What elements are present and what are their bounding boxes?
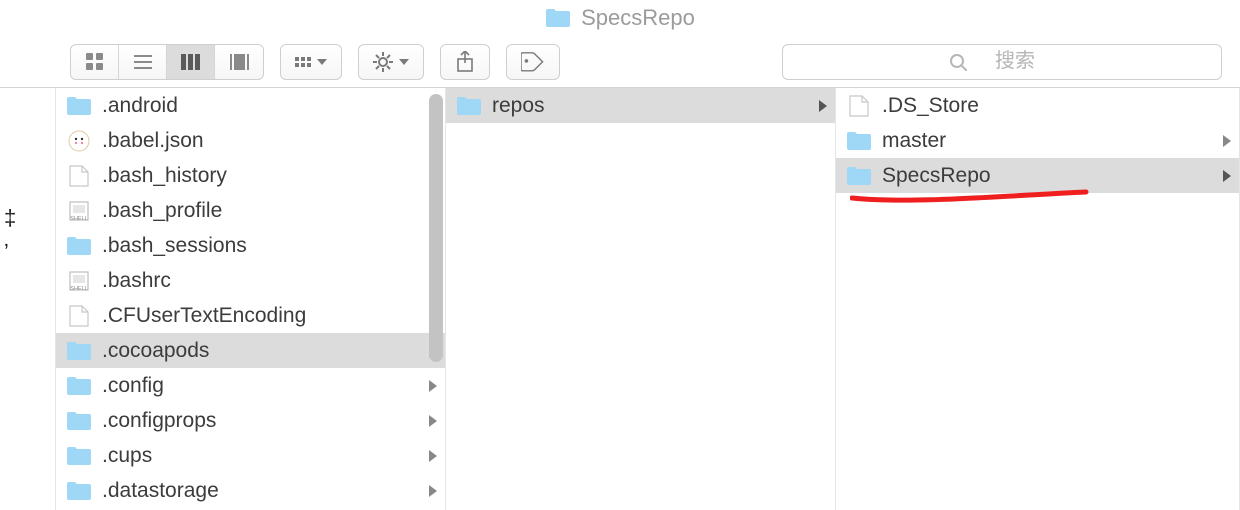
column-3: .DS_Storemaster SpecsRepo bbox=[836, 88, 1240, 510]
folder-icon bbox=[66, 373, 92, 399]
item-label: .bash_profile bbox=[102, 199, 437, 223]
gutter-text: ‡ bbox=[4, 200, 55, 235]
folder-icon bbox=[66, 233, 92, 259]
folder-icon bbox=[456, 93, 482, 119]
list-item[interactable]: .datastorage bbox=[56, 473, 445, 508]
view-list-button[interactable] bbox=[119, 45, 167, 79]
window-title: SpecsRepo bbox=[581, 5, 695, 31]
list-item[interactable]: .configprops bbox=[56, 403, 445, 438]
shell-icon bbox=[66, 198, 92, 224]
file-icon bbox=[846, 93, 872, 119]
chevron-right-icon bbox=[1223, 135, 1231, 147]
item-label: .bashrc bbox=[102, 269, 437, 293]
list-item[interactable]: .cocoapods bbox=[56, 333, 445, 368]
view-columns-button[interactable] bbox=[167, 45, 215, 79]
file-icon bbox=[66, 163, 92, 189]
column-1: .android .babel.json .bash_history .bash_pr… bbox=[56, 88, 446, 510]
list-item[interactable]: master bbox=[836, 123, 1239, 158]
list-item[interactable]: .CFUserTextEncoding bbox=[56, 298, 445, 333]
item-label: .bash_history bbox=[102, 164, 437, 188]
search-field[interactable] bbox=[782, 44, 1222, 80]
view-mode-segment bbox=[70, 44, 264, 80]
column-2: repos bbox=[446, 88, 836, 510]
item-label: .DS_Store bbox=[882, 94, 1231, 118]
toolbar bbox=[0, 36, 1240, 88]
folder-icon bbox=[66, 93, 92, 119]
item-label: .android bbox=[102, 94, 419, 118]
tags-button[interactable] bbox=[506, 44, 560, 80]
list-item[interactable]: .cups bbox=[56, 438, 445, 473]
item-label: SpecsRepo bbox=[882, 164, 1213, 188]
chevron-right-icon bbox=[429, 415, 437, 427]
chevron-right-icon bbox=[819, 100, 827, 112]
item-label: .configprops bbox=[102, 409, 419, 433]
shell-icon bbox=[66, 268, 92, 294]
item-label: .cocoapods bbox=[102, 339, 419, 363]
item-label: master bbox=[882, 129, 1213, 153]
column-browser: ‡ ʼ .android .babel.json .bash_history .bas… bbox=[0, 88, 1240, 510]
file-icon bbox=[66, 303, 92, 329]
titlebar: SpecsRepo bbox=[0, 0, 1240, 36]
list-item[interactable]: .babel.json bbox=[56, 123, 445, 158]
list-item[interactable]: .config bbox=[56, 368, 445, 403]
share-button[interactable] bbox=[440, 44, 490, 80]
action-menu[interactable] bbox=[358, 44, 424, 80]
list-item[interactable]: .android bbox=[56, 88, 445, 123]
list-item[interactable]: SpecsRepo bbox=[836, 158, 1239, 193]
item-label: .CFUserTextEncoding bbox=[102, 304, 437, 328]
item-label: .cups bbox=[102, 444, 419, 468]
search-input[interactable] bbox=[975, 50, 1055, 73]
list-item[interactable]: repos bbox=[446, 88, 835, 123]
item-label: .bash_sessions bbox=[102, 234, 419, 258]
folder-icon bbox=[66, 408, 92, 434]
item-label: .config bbox=[102, 374, 419, 398]
list-item[interactable]: .bash_sessions bbox=[56, 228, 445, 263]
left-gutter: ‡ ʼ bbox=[0, 88, 56, 510]
item-label: repos bbox=[492, 94, 809, 118]
scrollbar-thumb[interactable] bbox=[429, 94, 443, 362]
folder-icon bbox=[846, 128, 872, 154]
list-item[interactable]: .bash_history bbox=[56, 158, 445, 193]
gutter-text: ʼ bbox=[4, 235, 55, 270]
item-label: .babel.json bbox=[102, 129, 437, 153]
list-item[interactable]: .bashrc bbox=[56, 263, 445, 298]
list-item[interactable]: .DS_Store bbox=[836, 88, 1239, 123]
arrange-menu[interactable] bbox=[280, 44, 342, 80]
list-item[interactable]: .bash_profile bbox=[56, 193, 445, 228]
search-icon bbox=[949, 53, 967, 71]
folder-icon bbox=[66, 443, 92, 469]
folder-icon bbox=[66, 478, 92, 504]
chevron-right-icon bbox=[429, 485, 437, 497]
chevron-right-icon bbox=[429, 380, 437, 392]
folder-icon bbox=[545, 6, 571, 30]
chevron-right-icon bbox=[429, 450, 437, 462]
folder-icon bbox=[846, 163, 872, 189]
chevron-right-icon bbox=[1223, 170, 1231, 182]
json-icon bbox=[66, 128, 92, 154]
folder-icon bbox=[66, 338, 92, 364]
view-gallery-button[interactable] bbox=[215, 45, 263, 79]
item-label: .datastorage bbox=[102, 479, 419, 503]
view-icon-button[interactable] bbox=[71, 45, 119, 79]
